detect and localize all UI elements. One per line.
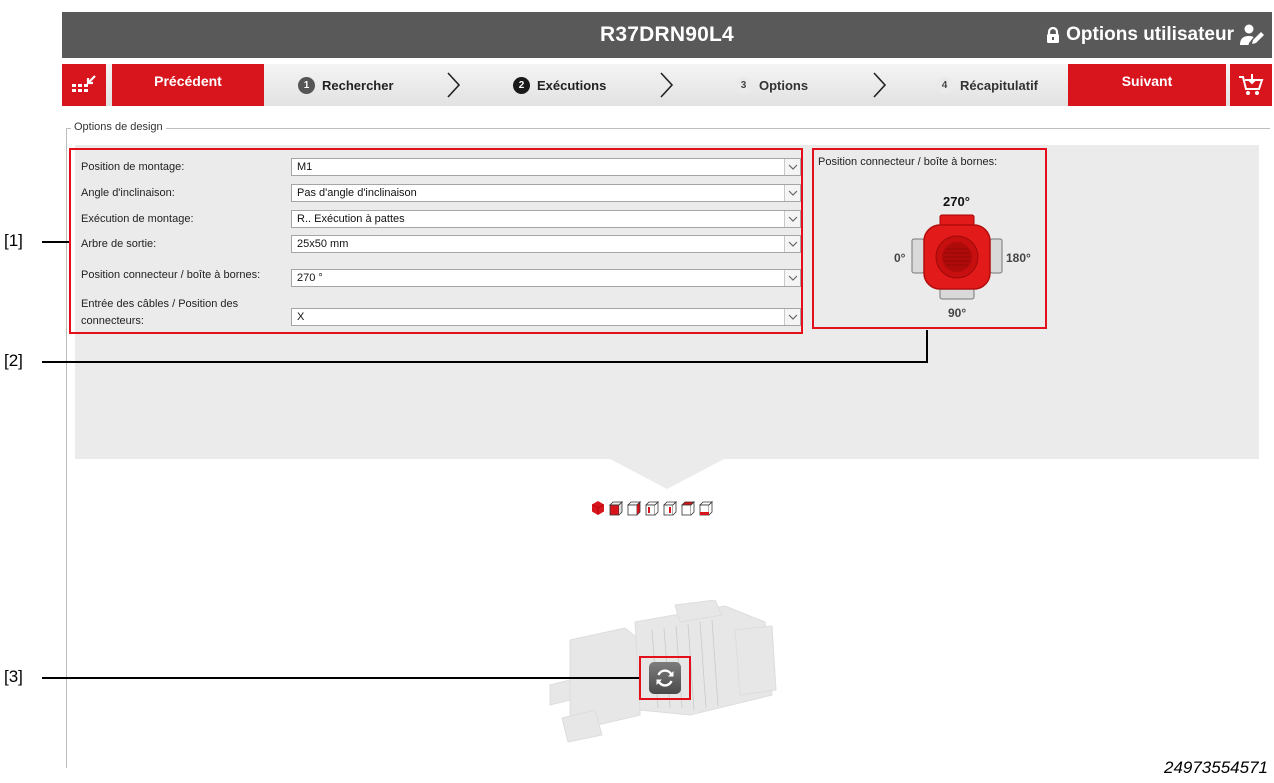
connector-panel-title: Position connecteur / boîte à bornes: [818,156,998,168]
step-number: 3 [735,76,752,94]
user-edit-icon [1240,24,1264,45]
rotate-view-button[interactable] [649,662,681,694]
mounting-design-select[interactable]: R.. Exécution à pattes [291,210,801,228]
field-label: Arbre de sortie: [81,237,157,250]
step-label: Récapitulatif [960,77,1039,93]
wizard-nav-bar: Précédent 1 Rechercher 2 Exécutions 3 Op… [62,64,1272,106]
design-options-form: Position de montage: M1 Angle d'inclinai… [69,148,803,334]
step-label: Rechercher [322,77,394,93]
connector-position-panel: Position connecteur / boîte à bornes: 27… [812,148,1047,329]
tilt-angle-select[interactable]: Pas d'angle d'inclinaison [291,184,801,202]
configurator-grid-button[interactable] [62,64,106,106]
design-options-legend: Options de design [71,121,166,133]
select-value: M1 [297,161,313,173]
view-front-icon[interactable] [609,500,623,516]
chevron-down-icon [784,236,800,252]
chevron-down-icon [784,211,800,227]
view-top-icon[interactable] [681,500,695,516]
user-options-button[interactable]: Options utilisateur [1046,12,1264,58]
callout-3-leader [42,677,639,679]
callout-1-leader [42,241,69,243]
view-left-icon[interactable] [645,500,659,516]
cart-button[interactable] [1230,64,1272,106]
panel-pointer [610,459,724,489]
select-value: Pas d'angle d'inclinaison [297,187,417,199]
step-number: 4 [936,76,953,94]
position-270-label: 270° [943,194,970,209]
title-bar: R37DRN90L4 Options utilisateur [62,12,1272,58]
select-value: 270 ° [297,272,323,284]
select-value: X [297,311,305,323]
chevron-right-icon [660,72,674,98]
step-number: 1 [298,76,315,94]
step-recapitulatif[interactable]: 4 Récapitulatif [936,64,1038,106]
cable-entry-select[interactable]: X [291,308,801,326]
chevron-down-icon [784,159,800,175]
lock-icon [1047,26,1060,43]
step-number: 2 [513,76,530,94]
view-bottom-icon[interactable] [699,500,713,516]
chevron-down-icon [784,185,800,201]
motor-top-view-icon[interactable] [910,213,1004,303]
view-back-icon[interactable] [627,500,641,516]
previous-button[interactable]: Précédent [112,64,264,106]
terminal-box-position-select[interactable]: 270 ° [291,269,801,287]
field-label: Position de montage: [81,160,185,173]
callout-2-leader [42,361,928,363]
shopping-cart-icon [1239,74,1264,95]
chevron-down-icon [784,309,800,325]
callout-2-label: [2] [4,351,23,370]
field-label: Position connecteur / boîte à bornes: [81,268,261,281]
chevron-right-icon [447,72,461,98]
step-label: Options [759,77,809,93]
position-90-label: 90° [948,306,967,320]
rotate-view-highlight [639,656,691,700]
select-value: R.. Exécution à pattes [297,213,405,225]
refresh-icon [656,669,674,687]
view-selector [591,500,713,516]
next-button[interactable]: Suivant [1068,64,1226,106]
position-180-label: 180° [1006,251,1031,265]
user-options-label: Options utilisateur [1066,24,1234,45]
step-rechercher[interactable]: 1 Rechercher [298,64,394,106]
step-label: Exécutions [537,77,607,93]
view-iso-solid-icon[interactable] [591,500,605,516]
view-right-icon[interactable] [663,500,677,516]
callout-1-label: [1] [4,231,23,250]
callout-3-label: [3] [4,667,23,686]
output-shaft-select[interactable]: 25x50 mm [291,235,801,253]
select-value: 25x50 mm [297,238,349,250]
chevron-down-icon [784,270,800,286]
step-executions[interactable]: 2 Exécutions [513,64,606,106]
grid-arrow-icon [72,75,96,92]
step-options[interactable]: 3 Options [735,64,808,106]
field-label: Entrée des câbles / Position des connect… [81,298,239,327]
figure-id: 24973554571 [1163,758,1268,777]
chevron-right-icon [873,72,887,98]
mounting-position-select[interactable]: M1 [291,158,801,176]
field-label: Exécution de montage: [81,212,194,225]
position-0-label: 0° [894,251,906,265]
callout-2-leader-vertical [926,330,928,363]
field-label: Angle d'inclinaison: [81,186,175,199]
